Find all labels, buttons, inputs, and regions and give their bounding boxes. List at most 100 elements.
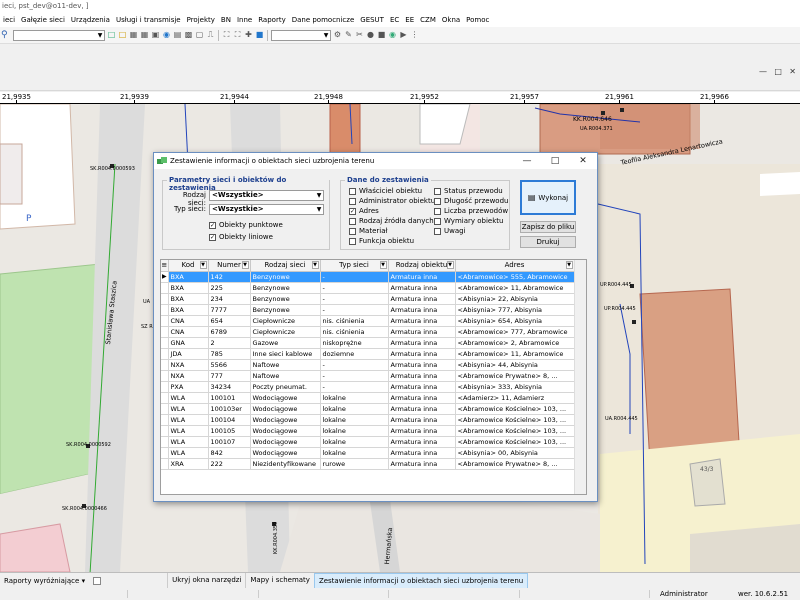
edit-icon[interactable]: ✎: [344, 30, 353, 40]
filter-dropdown-icon[interactable]: ▼: [241, 261, 249, 269]
rodzaj-sieci-select[interactable]: <Wszystkie> ▼: [209, 190, 324, 201]
menu-item[interactable]: CZM: [417, 13, 439, 27]
dane-checkbox[interactable]: Funkcja obiektu: [349, 237, 414, 245]
checkbox-box[interactable]: [349, 227, 356, 235]
maximize-icon[interactable]: □: [541, 156, 569, 166]
select-icon[interactable]: ▣: [151, 30, 160, 40]
column-header[interactable]: Numer ▼: [208, 260, 251, 272]
table-row[interactable]: WLA 100104 Wodociągowe lokalne Armatura inna…: [161, 414, 575, 426]
dane-checkbox[interactable]: Długość przewodu: [434, 197, 508, 205]
table-row[interactable]: WLA 100107 Wodociągowe lokalne Armatura inna…: [161, 436, 575, 448]
menu-item[interactable]: EC: [387, 13, 402, 27]
menu-item[interactable]: Urządzenia: [68, 13, 113, 27]
chevron-down-icon[interactable]: ▼: [322, 30, 330, 40]
globe-icon[interactable]: ◉: [388, 30, 397, 40]
dane-checkbox[interactable]: Status przewodu: [434, 187, 503, 195]
table-row[interactable]: NXA 777 Naftowe - Armatura inna <Abramowice P…: [161, 370, 575, 382]
menu-item[interactable]: Inne: [234, 13, 255, 27]
dane-checkbox[interactable]: ✓ Adres: [349, 207, 379, 215]
link-icon[interactable]: ⎍: [206, 30, 215, 40]
menu-item[interactable]: BN: [218, 13, 234, 27]
table-row[interactable]: WLA 100105 Wodociągowe lokalne Armatura inna…: [161, 425, 575, 437]
circle-icon[interactable]: ●: [366, 30, 375, 40]
column-header[interactable]: Rodzaj obiektu ▼: [388, 260, 456, 272]
checkbox-box[interactable]: [349, 237, 356, 245]
layer-icon[interactable]: □: [107, 30, 116, 40]
bottom-tab[interactable]: Ukryj okna narzędzi: [167, 572, 245, 589]
zapisz-button[interactable]: Zapisz do pliku: [520, 221, 576, 233]
snap-icon[interactable]: ■: [255, 30, 264, 40]
typ-sieci-select[interactable]: <Wszystkie> ▼: [209, 204, 324, 215]
frame-icon[interactable]: ▢: [195, 30, 204, 40]
page-icon[interactable]: ▤: [173, 30, 182, 40]
bottom-checkbox[interactable]: [93, 576, 102, 585]
obiekty-punktowe-checkbox[interactable]: ✓ Obiekty punktowe: [209, 221, 283, 229]
filter-dropdown-icon[interactable]: ▼: [199, 261, 207, 269]
table-row[interactable]: BXA 7777 Benzynowe - Armatura inna <Abisynia>…: [161, 304, 575, 316]
menu-item[interactable]: Okna: [439, 13, 463, 27]
menu-item[interactable]: Projekty: [184, 13, 218, 27]
menu-item[interactable]: Pomoc: [463, 13, 492, 27]
column-header[interactable]: Typ sieci ▼: [320, 260, 389, 272]
checkbox-box[interactable]: [434, 197, 441, 205]
raporty-dropdown[interactable]: Raporty wyróżniające ▾: [0, 574, 89, 588]
grid-scrollbar[interactable]: [574, 260, 586, 494]
table-row[interactable]: PXA 34234 Poczty pneumat. - Armatura inna <Ab…: [161, 381, 575, 393]
print-icon[interactable]: ▩: [184, 30, 193, 40]
chevron-down-icon[interactable]: ▼: [315, 191, 323, 200]
pan-icon[interactable]: ✚: [244, 30, 253, 40]
menu-item[interactable]: EE: [402, 13, 417, 27]
checkbox-box[interactable]: [434, 217, 441, 225]
tool-icon[interactable]: ⚙: [333, 30, 342, 40]
dane-checkbox[interactable]: Wymiary obiektu: [434, 217, 503, 225]
bottom-tab[interactable]: Zestawienie informacji o obiektach sieci…: [313, 572, 529, 589]
checkbox-box[interactable]: [349, 197, 356, 205]
arrow-icon[interactable]: ▶: [399, 30, 408, 40]
table-row[interactable]: WLA 100101 Wodociągowe lokalne Armatura inna…: [161, 392, 575, 404]
dane-checkbox[interactable]: Uwagi: [434, 227, 466, 235]
dane-checkbox[interactable]: Właściciel obiektu: [349, 187, 422, 195]
minimize-icon[interactable]: —: [513, 156, 541, 166]
dane-checkbox[interactable]: Materiał: [349, 227, 387, 235]
checkbox-box[interactable]: [434, 227, 441, 235]
filter-dropdown-icon[interactable]: ▼: [565, 261, 573, 269]
checkbox-box[interactable]: [434, 187, 441, 195]
more-icon[interactable]: ⋮: [410, 30, 419, 40]
obiekty-liniowe-checkbox[interactable]: ✓ Obiekty liniowe: [209, 233, 273, 241]
checkbox-box[interactable]: [434, 207, 441, 215]
table-row[interactable]: CNA 654 Ciepłownicze nis. ciśnienia Armatura…: [161, 315, 575, 327]
minimize-icon[interactable]: —: [759, 67, 767, 81]
filter-dropdown-icon[interactable]: ▼: [379, 261, 387, 269]
menu-item[interactable]: ieci: [0, 13, 18, 27]
table-row[interactable]: NXA 5566 Naftowe - Armatura inna <Abisynia> 4…: [161, 359, 575, 371]
dane-checkbox[interactable]: Rodzaj źródła danych: [349, 217, 434, 225]
table-row[interactable]: ▶ BXA 142 Benzynowe - Armatura inna <Abramowic…: [161, 271, 575, 283]
toolbar-combo-scale[interactable]: ▼: [271, 29, 331, 41]
table-row[interactable]: JDA 785 Inne sieci kablowe doziemne Armatura…: [161, 348, 575, 360]
checkbox-box[interactable]: [349, 187, 356, 195]
chevron-down-icon[interactable]: ▼: [96, 30, 104, 40]
table-row[interactable]: GNA 2 Gazowe niskoprężne Armatura inna <Abram…: [161, 337, 575, 349]
wykonaj-button[interactable]: ▤ Wykonaj: [520, 180, 576, 215]
chevron-down-icon[interactable]: ▼: [315, 205, 323, 214]
stop-icon[interactable]: ■: [377, 30, 386, 40]
info-icon[interactable]: ◉: [162, 30, 171, 40]
checkbox-box[interactable]: ✓: [209, 221, 216, 229]
folder-icon[interactable]: □: [118, 30, 127, 40]
grid-icon[interactable]: ▦: [140, 30, 149, 40]
table-icon[interactable]: ▦: [129, 30, 138, 40]
dane-checkbox[interactable]: Liczba przewodów: [434, 207, 508, 215]
table-row[interactable]: BXA 234 Benzynowe - Armatura inna <Abisynia> …: [161, 293, 575, 305]
dane-checkbox[interactable]: Administrator obiektu: [349, 197, 435, 205]
filter-dropdown-icon[interactable]: ▼: [311, 261, 319, 269]
drukuj-button[interactable]: Drukuj: [520, 236, 576, 248]
column-header[interactable]: Adres ▼: [455, 260, 575, 272]
menu-item[interactable]: Usługi i transmisje: [113, 13, 184, 27]
checkbox-box[interactable]: ✓: [209, 233, 216, 241]
search-icon[interactable]: ⚲: [1, 29, 11, 41]
menu-item[interactable]: Dane pomocnicze: [289, 13, 358, 27]
table-row[interactable]: WLA 842 Wodociągowe lokalne Armatura inna <Ab…: [161, 447, 575, 459]
table-row[interactable]: BXA 225 Benzynowe - Armatura inna <Abramowice…: [161, 282, 575, 294]
cut-icon[interactable]: ✂: [355, 30, 364, 40]
checkbox-box[interactable]: ✓: [349, 207, 356, 215]
